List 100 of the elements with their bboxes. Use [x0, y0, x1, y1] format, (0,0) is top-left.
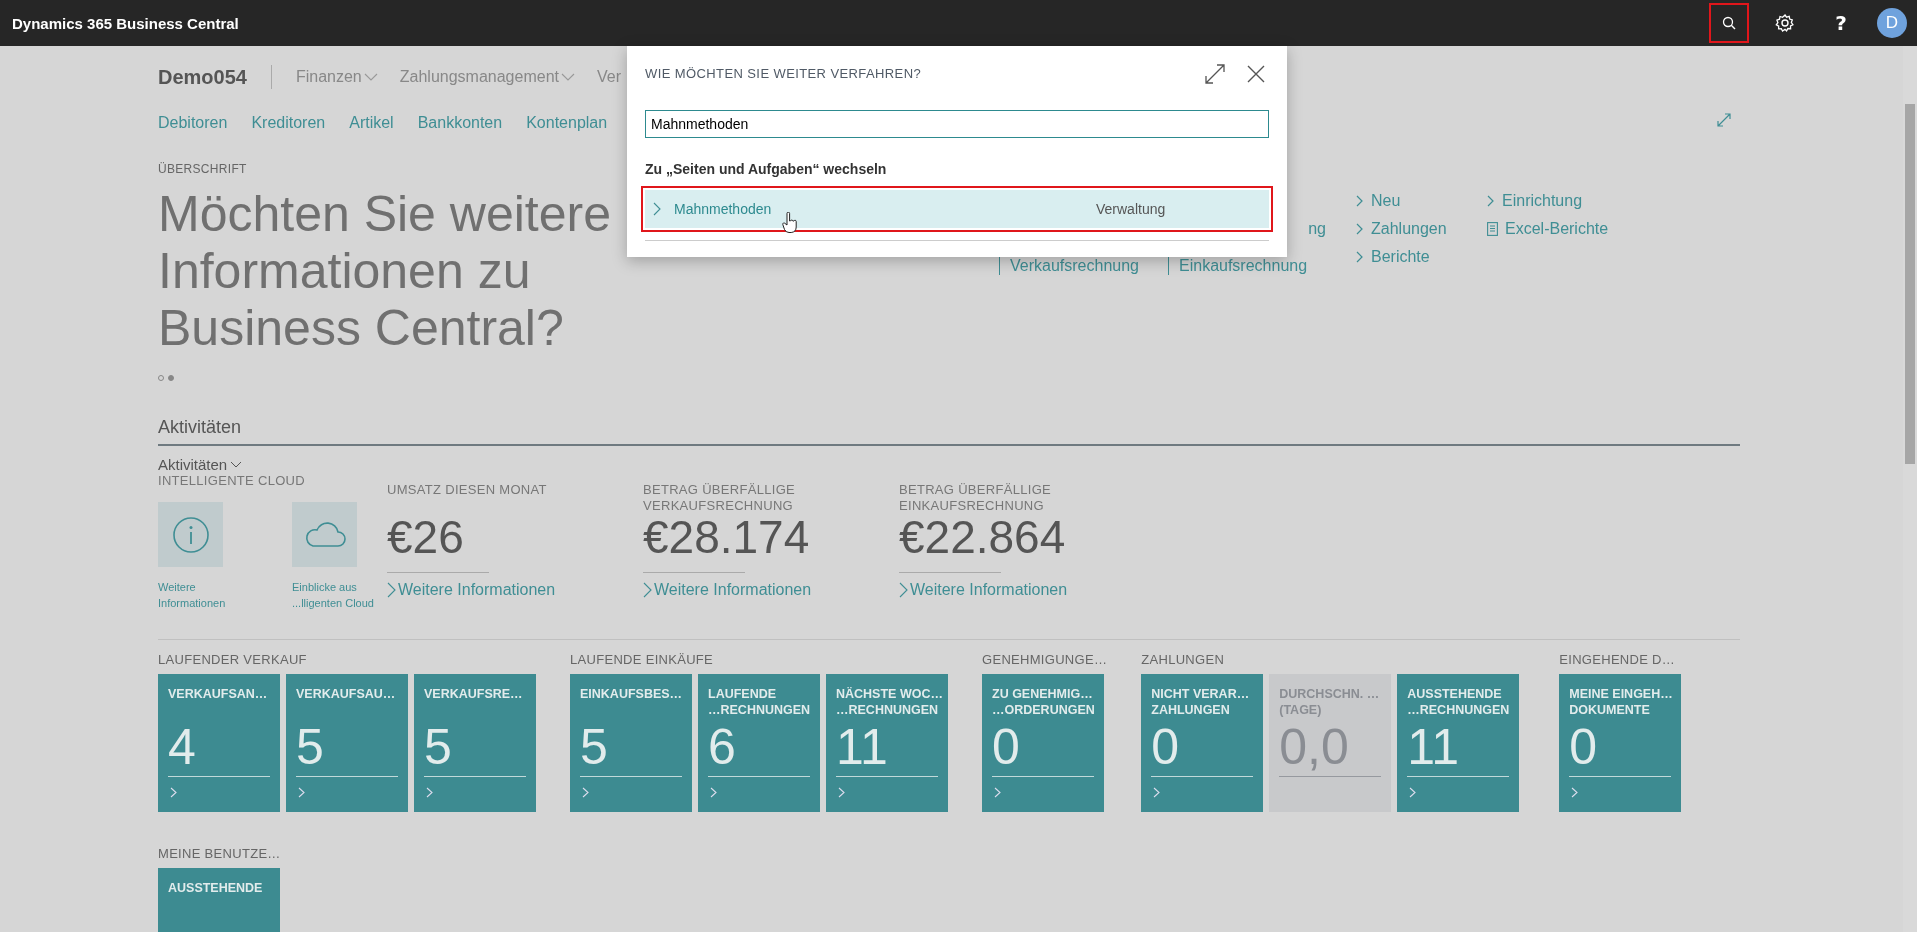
cue-tile[interactable]: NÄCHSTE WOC… …RECHNUNGEN 11	[826, 674, 948, 812]
chevron-icon	[1356, 223, 1364, 235]
info-icon	[170, 514, 211, 555]
results-heading: Zu „Seiten und Aufgaben“ wechseln	[645, 161, 888, 177]
tile-title: ZU GENEHMIG… …ORDERUNGEN	[992, 686, 1094, 719]
tile-group-title: ZAHLUNGEN	[1141, 652, 1226, 669]
chevron-icon	[1409, 787, 1417, 798]
dialog-title: WIE MÖCHTEN SIE WEITER VERFAHREN?	[645, 66, 922, 81]
action-link[interactable]: Excel-Berichte	[1487, 220, 1609, 238]
chevron-icon	[1153, 787, 1161, 798]
cue-tile[interactable]: AUSSTEHENDE …RECHNUNGEN 11	[1397, 674, 1520, 812]
tile-value: 6	[708, 720, 737, 774]
nav-link[interactable]: Artikel	[349, 114, 394, 132]
caret-icon	[561, 73, 575, 81]
action-link[interactable]: Berichte	[1356, 248, 1487, 266]
report-icon	[1487, 222, 1498, 236]
user-avatar[interactable]: D	[1877, 8, 1907, 38]
nav-link[interactable]: Bankkonten	[417, 114, 503, 132]
tile-group-title: LAUFENDER VERKAUF	[158, 652, 308, 669]
more-info-link[interactable]: Weitere Informationen	[643, 581, 899, 599]
tile-caption[interactable]: Weitere Informationen	[158, 579, 258, 611]
section-title: Aktivitäten	[158, 417, 1740, 446]
search-button[interactable]	[1709, 3, 1749, 43]
tile-group-title: MEINE BENUTZE…	[158, 846, 282, 863]
tile-title: VERKAUFSAU…	[296, 686, 397, 703]
cue-tile[interactable]: LAUFENDE …RECHNUNGEN 6	[698, 674, 820, 812]
nav-menu[interactable]: Finanzen	[295, 68, 378, 86]
cue-label: UMSATZ DIESEN MONAT	[387, 482, 548, 499]
chevron-icon	[1356, 251, 1364, 263]
chevron-icon	[899, 582, 908, 598]
cloud-tile[interactable]	[292, 502, 357, 567]
tile-value: 5	[424, 720, 453, 774]
result-category: Verwaltung	[1096, 201, 1166, 217]
chevron-icon	[1571, 787, 1579, 798]
nav-menu[interactable]: Ver	[597, 68, 621, 86]
chevron-icon	[643, 582, 652, 598]
tile-title: VERKAUFSRE…	[424, 686, 524, 703]
chevron-icon	[838, 787, 845, 798]
hand-cursor-icon	[782, 212, 798, 234]
expand-icon[interactable]	[1205, 63, 1225, 84]
tile-title: VERKAUFSAN…	[168, 686, 269, 703]
group-toggle[interactable]: Aktivitäten	[158, 456, 243, 473]
help-button[interactable]: ?	[1821, 3, 1861, 43]
more-info-link[interactable]: Weitere Informationen	[899, 581, 1155, 599]
action-link[interactable]: Zahlungen	[1356, 220, 1487, 238]
tile-value: 5	[580, 720, 609, 774]
chevron-icon	[994, 787, 1001, 798]
cue-tile[interactable]: MEINE EINGEH… DOKUMENTE 0	[1559, 674, 1682, 812]
close-icon[interactable]	[1247, 64, 1265, 83]
tile-value: 0,0	[1279, 720, 1350, 774]
cue-label: INTELLIGENTE CLOUD	[158, 473, 306, 488]
tile-group-title: GENEHMIGUNGE…	[982, 652, 1108, 669]
nav-link[interactable]: Kontenplan	[526, 114, 608, 132]
cue-tile[interactable]: VERKAUFSAN… 4	[158, 674, 280, 812]
tile-title: LAUFENDE …RECHNUNGEN	[708, 686, 810, 719]
cue-tile[interactable]: AUSSTEHENDE	[158, 868, 280, 932]
gear-icon	[1775, 13, 1795, 33]
tile-title: AUSSTEHENDE	[168, 880, 264, 897]
nav-link[interactable]: Debitoren	[158, 114, 228, 132]
tile-value: 0	[1151, 720, 1181, 774]
company-name: Demo054	[158, 65, 247, 89]
tile-group-title: EINGEHENDE D…	[1559, 652, 1677, 669]
tile-value: 4	[168, 720, 197, 774]
chevron-icon	[582, 787, 589, 798]
app-title: Dynamics 365 Business Central	[12, 14, 239, 32]
chevron-icon	[387, 582, 396, 598]
action-link[interactable]: ng	[1308, 220, 1326, 238]
caret-icon	[230, 461, 243, 468]
info-tile[interactable]	[158, 502, 223, 567]
search-icon	[1722, 16, 1736, 30]
cue-tile[interactable]: VERKAUFSAU… 5	[286, 674, 408, 812]
chevron-icon	[1356, 195, 1364, 207]
cue-tile[interactable]: NICHT VERAR… ZAHLUNGEN 0	[1141, 674, 1264, 812]
result-name: Mahnmethoden	[674, 201, 773, 217]
cue-tile[interactable]: DURCHSCHN. … (TAGE) 0,0	[1269, 674, 1392, 812]
headline-text: Möchten Sie weitere Informationen zu Business Central?	[158, 186, 612, 357]
chevron-icon	[170, 787, 177, 798]
chevron-icon	[710, 787, 717, 798]
kpi-value: €26	[387, 510, 464, 564]
search-field[interactable]: Mahnmethoden	[645, 110, 1269, 138]
tile-title: DURCHSCHN. … (TAGE)	[1279, 686, 1381, 719]
scrollbar-thumb[interactable]	[1905, 104, 1915, 464]
tile-value: 0	[992, 720, 1021, 774]
nav-menu[interactable]: Zahlungsmanagement	[399, 68, 575, 86]
chevron-icon	[298, 787, 305, 798]
carousel-dot[interactable]	[168, 375, 174, 381]
tile-title: AUSSTEHENDE …RECHNUNGEN	[1407, 686, 1510, 719]
tile-value: 11	[836, 720, 889, 774]
tile-group-title: LAUFENDE EINKÄUFE	[570, 652, 715, 669]
action-link[interactable]: Neu	[1356, 192, 1487, 210]
chevron-icon	[1487, 195, 1495, 207]
action-link[interactable]: Einrichtung	[1487, 192, 1609, 210]
nav-link[interactable]: Kreditoren	[251, 114, 326, 132]
tile-value: 5	[296, 720, 325, 774]
tile-title: NICHT VERAR… ZAHLUNGEN	[1151, 686, 1251, 719]
cue-tile[interactable]: ZU GENEHMIG… …ORDERUNGEN 0	[982, 674, 1104, 812]
cue-tile[interactable]: EINKAUFSBES… 5	[570, 674, 692, 812]
headline-caption: ÜBERSCHRIFT	[158, 162, 248, 176]
cue-tile[interactable]: VERKAUFSRE… 5	[414, 674, 536, 812]
tile-value: 11	[1407, 720, 1461, 774]
